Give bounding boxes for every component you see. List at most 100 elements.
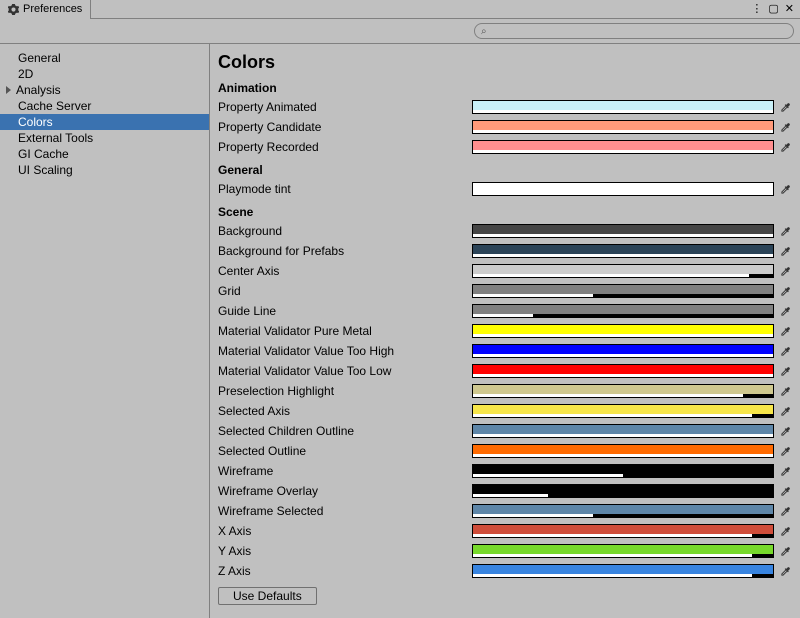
eyedropper-icon[interactable] bbox=[778, 344, 792, 358]
titlebar: Preferences ⋮ ▢ ✕ bbox=[0, 0, 800, 19]
eyedropper-icon[interactable] bbox=[778, 182, 792, 196]
color-row: Y Axis bbox=[218, 541, 792, 561]
color-row: Guide Line bbox=[218, 301, 792, 321]
sidebar-item-label: Cache Server bbox=[18, 99, 91, 113]
eyedropper-icon[interactable] bbox=[778, 284, 792, 298]
color-swatch[interactable] bbox=[472, 484, 774, 498]
sidebar-item-general[interactable]: General bbox=[0, 50, 209, 66]
color-row: Grid bbox=[218, 281, 792, 301]
color-swatch[interactable] bbox=[472, 120, 774, 134]
sidebar-item-label: UI Scaling bbox=[18, 163, 73, 177]
eyedropper-icon[interactable] bbox=[778, 120, 792, 134]
sidebar-item-external-tools[interactable]: External Tools bbox=[0, 130, 209, 146]
color-swatch[interactable] bbox=[472, 544, 774, 558]
section-header: Scene bbox=[218, 203, 792, 221]
color-swatch[interactable] bbox=[472, 524, 774, 538]
color-swatch[interactable] bbox=[472, 364, 774, 378]
preferences-tab[interactable]: Preferences bbox=[0, 0, 91, 19]
color-swatch[interactable] bbox=[472, 244, 774, 258]
color-swatch[interactable] bbox=[472, 384, 774, 398]
color-swatch[interactable] bbox=[472, 444, 774, 458]
eyedropper-icon[interactable] bbox=[778, 404, 792, 418]
eyedropper-icon[interactable] bbox=[778, 224, 792, 238]
color-row-label: Material Validator Value Too Low bbox=[218, 364, 472, 378]
preferences-window: Preferences ⋮ ▢ ✕ ⌕ General2DAnalysisCac… bbox=[0, 0, 800, 618]
section-header: General bbox=[218, 161, 792, 179]
sidebar-item-label: External Tools bbox=[18, 131, 93, 145]
body: General2DAnalysisCache ServerColorsExter… bbox=[0, 43, 800, 618]
sidebar-item-colors[interactable]: Colors bbox=[0, 114, 209, 130]
swatch-wrap bbox=[472, 100, 792, 114]
sidebar-item-ui-scaling[interactable]: UI Scaling bbox=[0, 162, 209, 178]
swatch-wrap bbox=[472, 364, 792, 378]
color-swatch[interactable] bbox=[472, 264, 774, 278]
eyedropper-icon[interactable] bbox=[778, 504, 792, 518]
search-input-wrap[interactable]: ⌕ bbox=[474, 23, 794, 39]
sidebar-item-analysis[interactable]: Analysis bbox=[0, 82, 209, 98]
color-swatch[interactable] bbox=[472, 464, 774, 478]
color-row: Wireframe Selected bbox=[218, 501, 792, 521]
color-row-label: Material Validator Value Too High bbox=[218, 344, 472, 358]
close-icon[interactable]: ✕ bbox=[785, 4, 794, 15]
color-swatch[interactable] bbox=[472, 224, 774, 238]
eyedropper-icon[interactable] bbox=[778, 324, 792, 338]
color-row-label: Guide Line bbox=[218, 304, 472, 318]
color-swatch[interactable] bbox=[472, 140, 774, 154]
eyedropper-icon[interactable] bbox=[778, 544, 792, 558]
kebab-icon[interactable]: ⋮ bbox=[751, 4, 762, 15]
color-swatch[interactable] bbox=[472, 324, 774, 338]
swatch-wrap bbox=[472, 324, 792, 338]
search-input[interactable] bbox=[491, 25, 787, 37]
color-swatch[interactable] bbox=[472, 404, 774, 418]
eyedropper-icon[interactable] bbox=[778, 140, 792, 154]
eyedropper-icon[interactable] bbox=[778, 564, 792, 578]
eyedropper-icon[interactable] bbox=[778, 244, 792, 258]
swatch-wrap bbox=[472, 244, 792, 258]
swatch-wrap bbox=[472, 384, 792, 398]
swatch-wrap bbox=[472, 224, 792, 238]
eyedropper-icon[interactable] bbox=[778, 304, 792, 318]
color-swatch[interactable] bbox=[472, 182, 774, 196]
sidebar-item-label: GI Cache bbox=[18, 147, 69, 161]
maximize-icon[interactable]: ▢ bbox=[768, 4, 778, 15]
sidebar-item-label: 2D bbox=[18, 67, 33, 81]
color-row: Preselection Highlight bbox=[218, 381, 792, 401]
color-swatch[interactable] bbox=[472, 344, 774, 358]
sidebar-item-gi-cache[interactable]: GI Cache bbox=[0, 146, 209, 162]
window-controls: ⋮ ▢ ✕ bbox=[751, 4, 800, 15]
eyedropper-icon[interactable] bbox=[778, 444, 792, 458]
tab-title: Preferences bbox=[23, 3, 82, 15]
color-swatch[interactable] bbox=[472, 100, 774, 114]
swatch-wrap bbox=[472, 464, 792, 478]
color-row: Property Recorded bbox=[218, 137, 792, 157]
color-row-label: Wireframe Selected bbox=[218, 504, 472, 518]
color-swatch[interactable] bbox=[472, 304, 774, 318]
eyedropper-icon[interactable] bbox=[778, 364, 792, 378]
eyedropper-icon[interactable] bbox=[778, 464, 792, 478]
eyedropper-icon[interactable] bbox=[778, 264, 792, 278]
color-row-label: Property Candidate bbox=[218, 120, 472, 134]
swatch-wrap bbox=[472, 284, 792, 298]
color-row: Selected Outline bbox=[218, 441, 792, 461]
swatch-wrap bbox=[472, 344, 792, 358]
color-swatch[interactable] bbox=[472, 564, 774, 578]
sidebar-item-cache-server[interactable]: Cache Server bbox=[0, 98, 209, 114]
sidebar-item-2d[interactable]: 2D bbox=[0, 66, 209, 82]
eyedropper-icon[interactable] bbox=[778, 424, 792, 438]
color-row: Material Validator Value Too Low bbox=[218, 361, 792, 381]
eyedropper-icon[interactable] bbox=[778, 100, 792, 114]
eyedropper-icon[interactable] bbox=[778, 384, 792, 398]
color-swatch[interactable] bbox=[472, 504, 774, 518]
searchbar: ⌕ bbox=[0, 19, 800, 43]
color-row: Z Axis bbox=[218, 561, 792, 581]
color-swatch[interactable] bbox=[472, 284, 774, 298]
color-row-label: Preselection Highlight bbox=[218, 384, 472, 398]
use-defaults-button[interactable]: Use Defaults bbox=[218, 587, 317, 605]
color-swatch[interactable] bbox=[472, 424, 774, 438]
eyedropper-icon[interactable] bbox=[778, 484, 792, 498]
swatch-wrap bbox=[472, 484, 792, 498]
sidebar-item-label: Analysis bbox=[16, 82, 61, 98]
eyedropper-icon[interactable] bbox=[778, 524, 792, 538]
color-row-label: Property Recorded bbox=[218, 140, 472, 154]
color-row: Background bbox=[218, 221, 792, 241]
